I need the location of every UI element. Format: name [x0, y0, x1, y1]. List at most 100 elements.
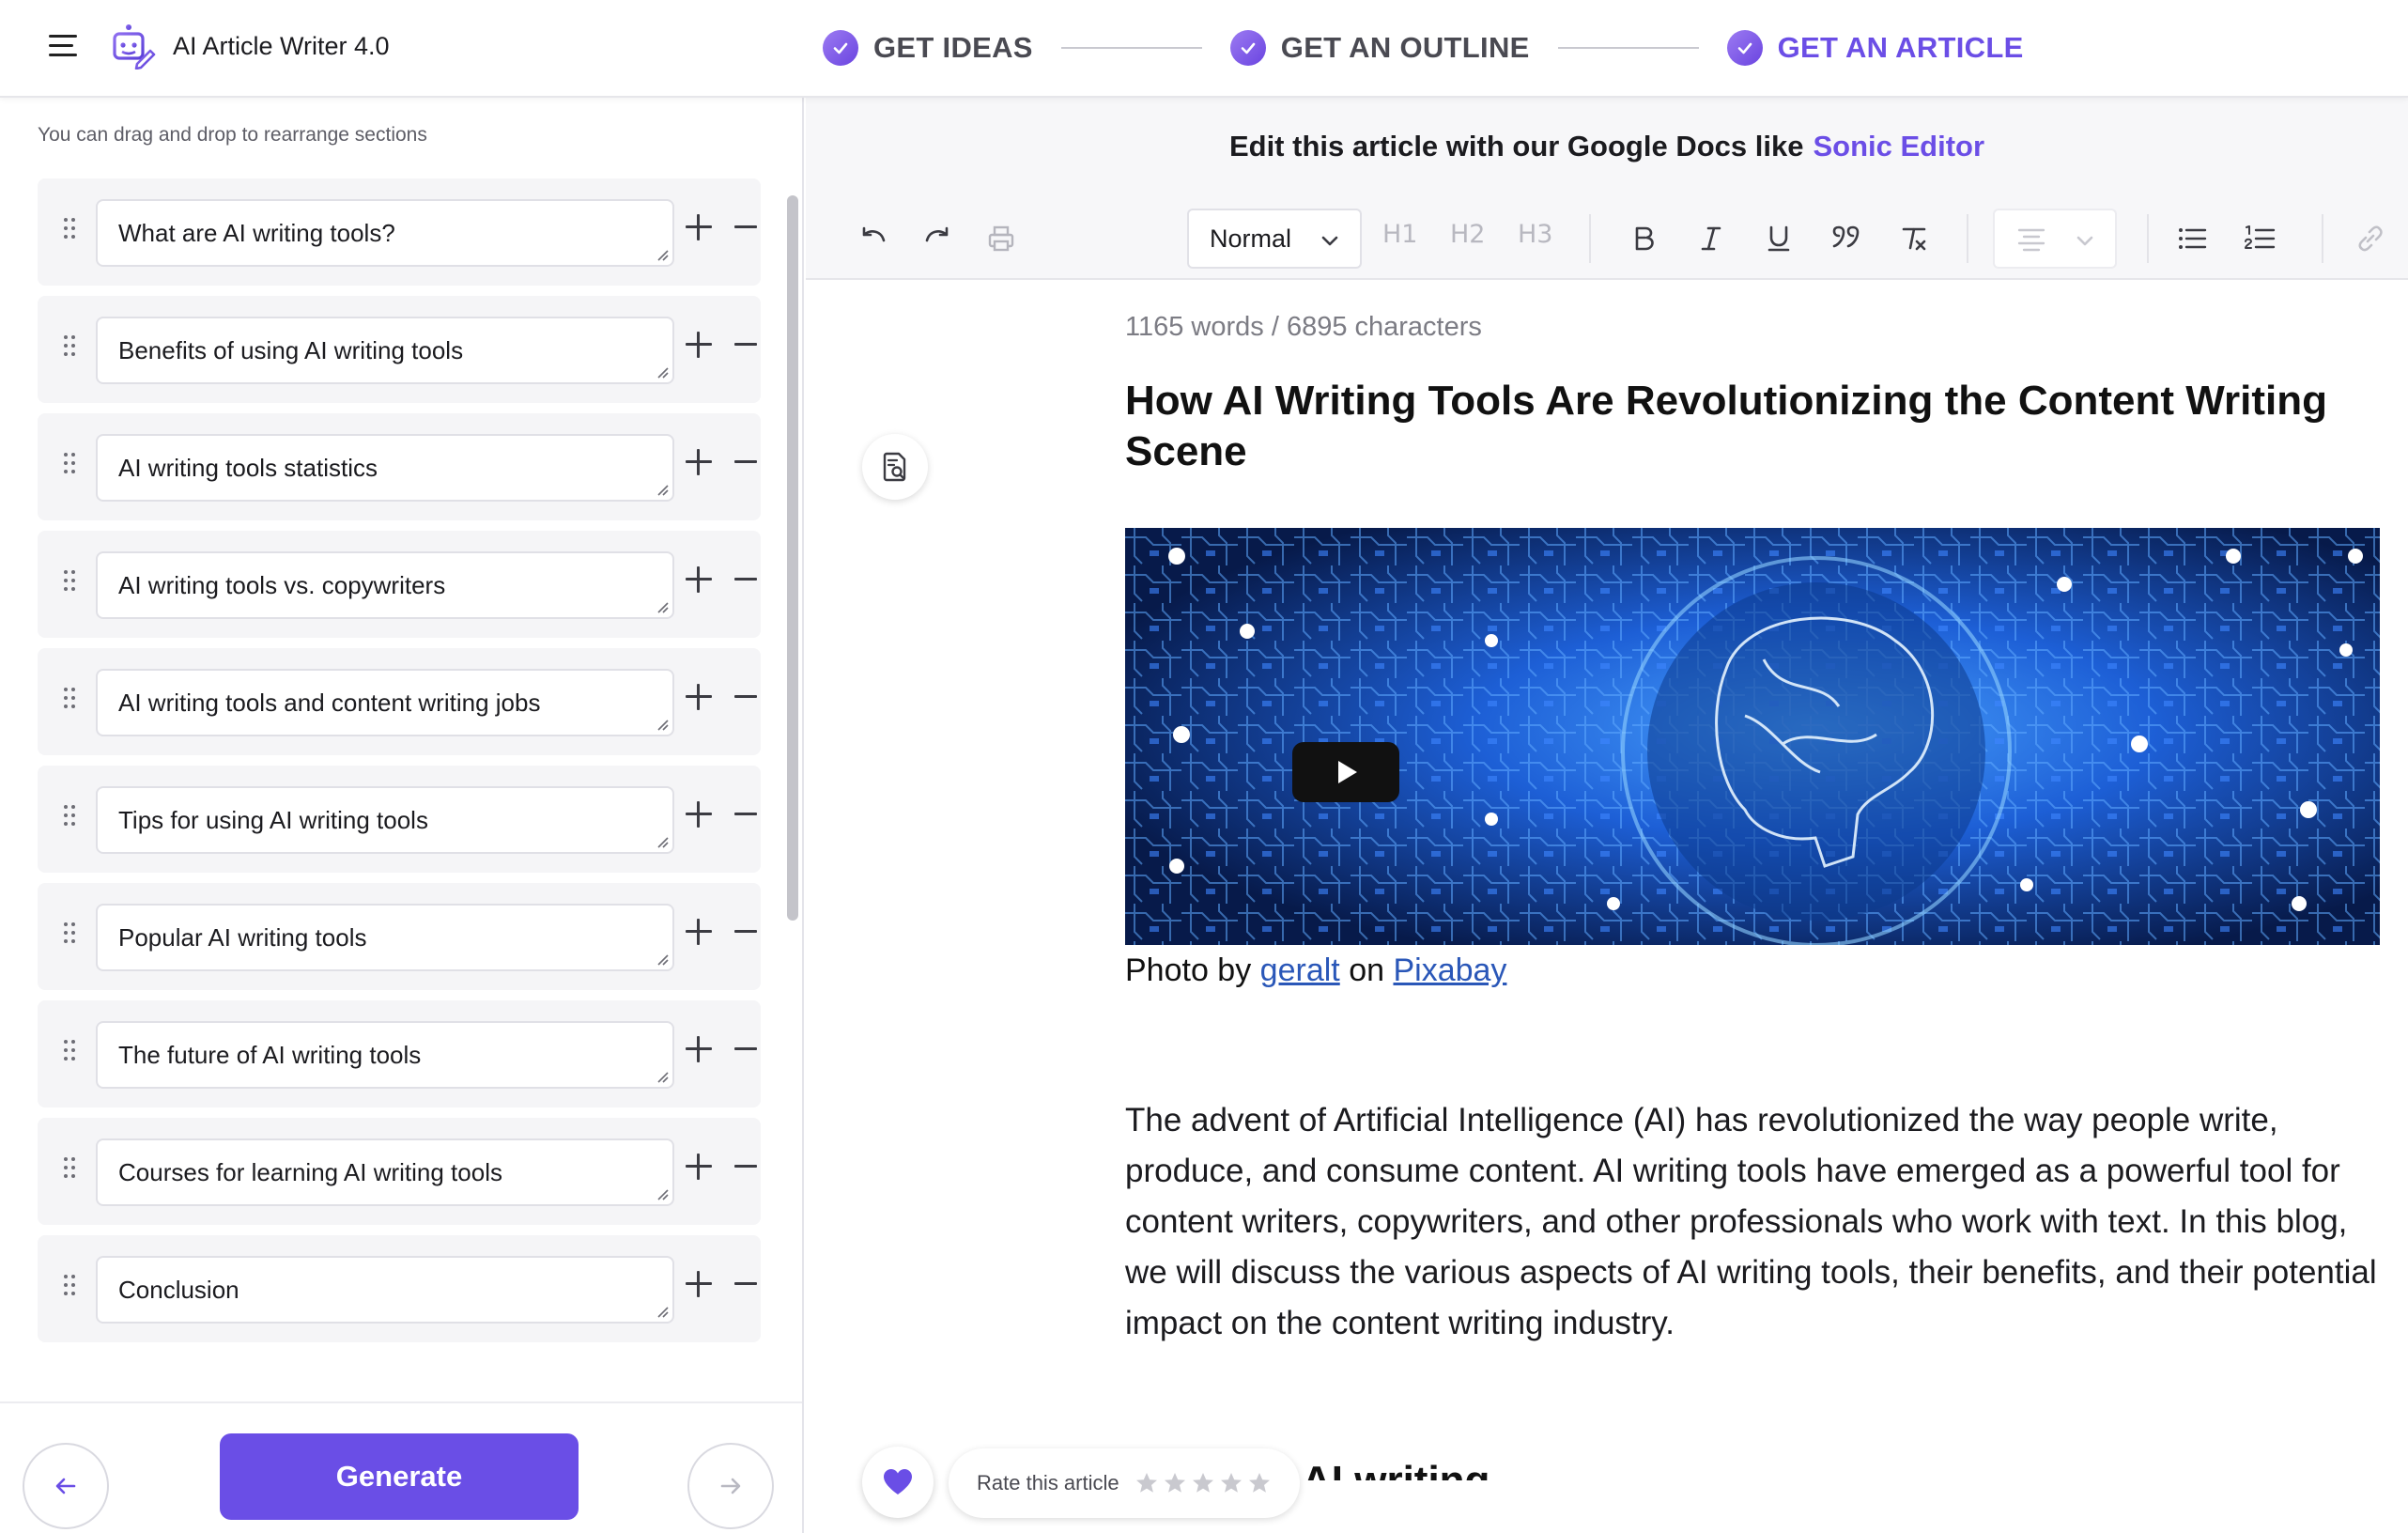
photo-author-link[interactable]: geralt	[1260, 952, 1340, 988]
drag-handle-icon[interactable]	[64, 922, 79, 947]
outline-section-row[interactable]: What are AI writing tools?	[38, 178, 761, 286]
resize-grip-icon[interactable]	[656, 1187, 669, 1200]
drag-handle-icon[interactable]	[64, 218, 79, 242]
italic-icon[interactable]	[1690, 218, 1732, 259]
outline-section-row[interactable]: Courses for learning AI writing tools	[38, 1118, 761, 1225]
remove-section-icon[interactable]	[729, 915, 763, 949]
add-section-icon[interactable]	[682, 563, 716, 596]
star-icon[interactable]	[1135, 1471, 1159, 1495]
outline-section-row[interactable]: Tips for using AI writing tools	[38, 766, 761, 873]
star-icon[interactable]	[1247, 1471, 1272, 1495]
add-section-icon[interactable]	[682, 328, 716, 362]
add-section-icon[interactable]	[682, 797, 716, 831]
add-section-icon[interactable]	[682, 1150, 716, 1184]
resize-grip-icon[interactable]	[656, 248, 669, 261]
resize-grip-icon[interactable]	[656, 952, 669, 966]
video-play-button[interactable]	[1292, 742, 1399, 802]
step-get-an-article[interactable]: GET AN ARTICLE	[1726, 30, 2024, 66]
remove-section-icon[interactable]	[729, 563, 763, 596]
resize-grip-icon[interactable]	[656, 1070, 669, 1083]
section-title-input[interactable]: Benefits of using AI writing tools	[96, 317, 674, 384]
resize-grip-icon[interactable]	[656, 365, 669, 379]
remove-section-icon[interactable]	[729, 210, 763, 244]
undo-icon[interactable]	[853, 218, 894, 259]
outline-section-row[interactable]: Benefits of using AI writing tools	[38, 296, 761, 403]
outline-section-row[interactable]: The future of AI writing tools	[38, 1000, 761, 1107]
drag-handle-icon[interactable]	[64, 1040, 79, 1064]
outline-scrollbar[interactable]	[787, 195, 798, 921]
resize-grip-icon[interactable]	[656, 600, 669, 613]
drag-handle-icon[interactable]	[64, 335, 79, 360]
article-paragraph[interactable]: The advent of Artificial Intelligence (A…	[1125, 1095, 2380, 1349]
redo-icon[interactable]	[917, 218, 958, 259]
section-title-input[interactable]: Conclusion	[96, 1256, 674, 1324]
section-title-input[interactable]: Tips for using AI writing tools	[96, 786, 674, 854]
section-heading-partial[interactable]: AI writing tools?	[1302, 1447, 1583, 1480]
section-title-input[interactable]: Courses for learning AI writing tools	[96, 1138, 674, 1206]
outline-section-row[interactable]: Popular AI writing tools	[38, 883, 761, 990]
drag-handle-icon[interactable]	[64, 453, 79, 477]
link-icon[interactable]	[2350, 218, 2391, 259]
resize-grip-icon[interactable]	[656, 483, 669, 496]
outline-section-row[interactable]: AI writing tools statistics	[38, 413, 761, 520]
drag-handle-icon[interactable]	[64, 688, 79, 712]
back-button[interactable]	[23, 1443, 109, 1529]
heading-3-button[interactable]: H3	[1518, 220, 1552, 249]
article-hero-image[interactable]	[1125, 528, 2380, 945]
article-title[interactable]: How AI Writing Tools Are Revolutionizing…	[1125, 376, 2365, 477]
add-section-icon[interactable]	[682, 1267, 716, 1301]
heading-2-button[interactable]: H2	[1450, 220, 1485, 249]
section-title-input[interactable]: Popular AI writing tools	[96, 904, 674, 971]
resize-grip-icon[interactable]	[656, 718, 669, 731]
remove-section-icon[interactable]	[729, 680, 763, 714]
blockquote-icon[interactable]	[1826, 218, 1867, 259]
section-title-input[interactable]: The future of AI writing tools	[96, 1021, 674, 1089]
document-search-button[interactable]	[862, 434, 928, 500]
section-title-input[interactable]: AI writing tools and content writing job…	[96, 669, 674, 736]
photo-source-link[interactable]: Pixabay	[1393, 952, 1506, 988]
remove-section-icon[interactable]	[729, 445, 763, 479]
outline-section-row[interactable]: Conclusion	[38, 1235, 761, 1342]
section-title-input[interactable]: AI writing tools statistics	[96, 434, 674, 502]
drag-handle-icon[interactable]	[64, 805, 79, 829]
print-icon[interactable]	[980, 218, 1022, 259]
hamburger-menu-icon[interactable]	[49, 32, 81, 58]
star-icon[interactable]	[1163, 1471, 1187, 1495]
step-connector	[1557, 47, 1699, 49]
step-get-an-outline[interactable]: GET AN OUTLINE	[1229, 30, 1530, 66]
star-icon[interactable]	[1191, 1471, 1215, 1495]
outline-section-row[interactable]: AI writing tools and content writing job…	[38, 648, 761, 755]
bullet-list-icon[interactable]	[2171, 218, 2213, 259]
clear-format-icon[interactable]	[1893, 218, 1935, 259]
favorite-button[interactable]	[862, 1447, 934, 1518]
remove-section-icon[interactable]	[729, 797, 763, 831]
add-section-icon[interactable]	[682, 1032, 716, 1066]
bold-icon[interactable]	[1623, 218, 1664, 259]
forward-button[interactable]	[687, 1443, 774, 1529]
resize-grip-icon[interactable]	[656, 1305, 669, 1318]
add-section-icon[interactable]	[682, 680, 716, 714]
drag-handle-icon[interactable]	[64, 1157, 79, 1182]
outline-section-row[interactable]: AI writing tools vs. copywriters	[38, 531, 761, 638]
remove-section-icon[interactable]	[729, 328, 763, 362]
underline-icon[interactable]	[1758, 218, 1799, 259]
remove-section-icon[interactable]	[729, 1150, 763, 1184]
drag-handle-icon[interactable]	[64, 1275, 79, 1299]
star-icon[interactable]	[1219, 1471, 1243, 1495]
section-title-input[interactable]: What are AI writing tools?	[96, 199, 674, 267]
heading-1-button[interactable]: H1	[1382, 220, 1417, 249]
drag-handle-icon[interactable]	[64, 570, 79, 595]
resize-grip-icon[interactable]	[656, 835, 669, 848]
add-section-icon[interactable]	[682, 915, 716, 949]
sonic-editor-link[interactable]: Sonic Editor	[1813, 130, 1984, 163]
add-section-icon[interactable]	[682, 210, 716, 244]
remove-section-icon[interactable]	[729, 1267, 763, 1301]
section-title-input[interactable]: AI writing tools vs. copywriters	[96, 551, 674, 619]
remove-section-icon[interactable]	[729, 1032, 763, 1066]
step-get-ideas[interactable]: GET IDEAS	[823, 30, 1033, 66]
align-select[interactable]	[1993, 209, 2117, 269]
add-section-icon[interactable]	[682, 445, 716, 479]
generate-button[interactable]: Generate	[220, 1433, 579, 1520]
text-style-select[interactable]: Normal	[1187, 209, 1362, 269]
numbered-list-icon[interactable]	[2239, 218, 2280, 259]
